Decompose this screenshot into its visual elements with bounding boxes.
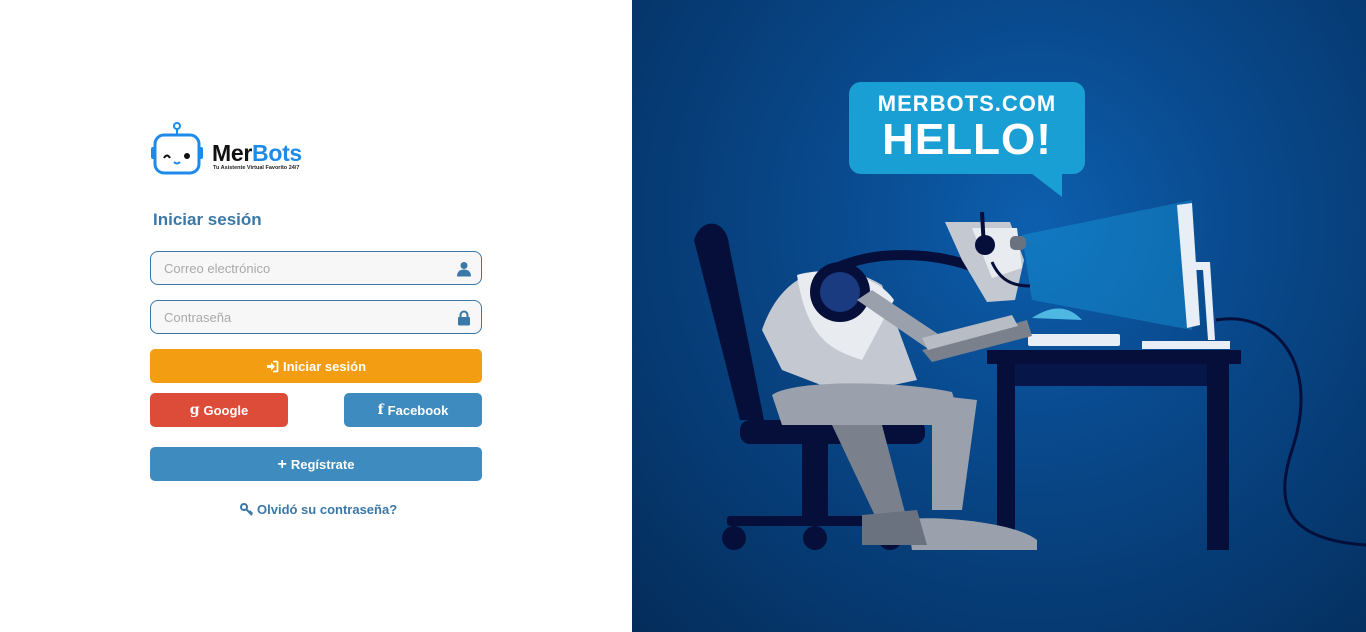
- plus-icon: +: [277, 455, 287, 473]
- bubble-line2: HELLO!: [882, 115, 1052, 164]
- login-title: Iniciar sesión: [153, 210, 262, 229]
- brand-name-part2: Bots: [252, 140, 302, 166]
- speech-bubble: MERBOTS.COM HELLO!: [849, 82, 1085, 197]
- password-input[interactable]: [151, 301, 481, 333]
- forgot-password-link[interactable]: Olvidó su contraseña?: [240, 502, 397, 517]
- google-login-button[interactable]: g Google: [150, 393, 288, 427]
- google-icon: g: [189, 401, 200, 418]
- key-icon: [240, 503, 253, 516]
- keyboard: [1028, 334, 1120, 346]
- register-button[interactable]: + Regístrate: [150, 447, 482, 481]
- login-panel: MerBots Tu Asistente Virtual Favorito 24…: [0, 0, 632, 632]
- email-input[interactable]: [151, 252, 481, 284]
- facebook-login-button[interactable]: f Facebook: [344, 393, 482, 427]
- google-button-label: Google: [203, 402, 249, 418]
- sign-in-icon: [266, 360, 279, 372]
- brand-tagline: Tu Asistente Virtual Favorito 24/7: [213, 165, 300, 171]
- bubble-line1: MERBOTS.COM: [878, 91, 1056, 116]
- brand-name: MerBots: [212, 140, 302, 166]
- user-icon: [457, 262, 471, 277]
- facebook-button-label: Facebook: [387, 402, 449, 418]
- robot-logo-icon: [151, 122, 203, 175]
- login-button-label: Iniciar sesión: [282, 358, 367, 374]
- login-button[interactable]: Iniciar sesión: [150, 349, 482, 383]
- hero-illustration-panel: MERBOTS.COM HELLO!: [632, 0, 1366, 632]
- facebook-icon: f: [377, 401, 384, 418]
- desk: [987, 350, 1241, 550]
- password-field[interactable]: [150, 300, 482, 334]
- robot-at-computer-illustration: MERBOTS.COM HELLO!: [694, 82, 1366, 550]
- email-field[interactable]: [150, 251, 482, 285]
- lock-icon: [458, 310, 470, 326]
- brand-logo: MerBots Tu Asistente Virtual Favorito 24…: [150, 122, 320, 178]
- forgot-password-label: Olvidó su contraseña?: [257, 502, 398, 517]
- brand-name-part1: Mer: [212, 140, 253, 166]
- register-button-label: Regístrate: [290, 456, 355, 472]
- login-page: MerBots Tu Asistente Virtual Favorito 24…: [0, 0, 1366, 632]
